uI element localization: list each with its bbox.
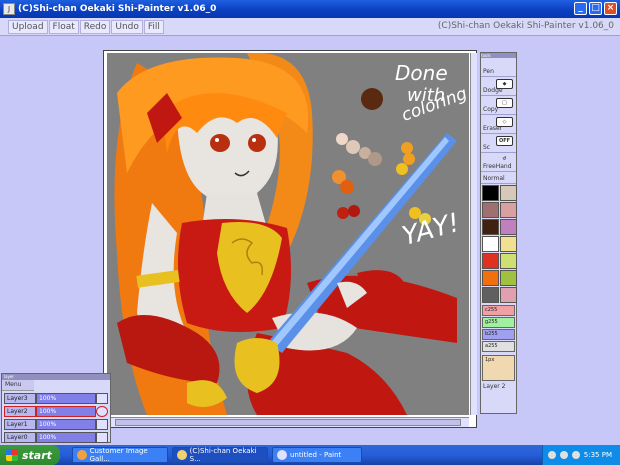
copy-tool[interactable]: □ Copy [481, 96, 516, 115]
color-swatch[interactable] [500, 287, 517, 303]
layer-row[interactable]: Layer1 100% [4, 419, 110, 430]
current-layer-label: Layer 2 [483, 383, 506, 390]
color-swatches [481, 184, 517, 304]
close-button[interactable]: × [604, 2, 617, 15]
firefox-icon [77, 450, 87, 460]
layer-visibility-toggle[interactable] [96, 432, 108, 443]
system-tray: 5:35 PM [542, 445, 620, 465]
paint-icon [277, 450, 287, 460]
size-slider[interactable]: 1px [482, 355, 515, 381]
eraser-tool[interactable]: ◇ Eraser [481, 115, 516, 134]
float-button[interactable]: Float [48, 19, 79, 34]
layer-row[interactable]: Layer3 100% [4, 393, 110, 404]
windows-logo-icon [6, 449, 18, 461]
clock: 5:35 PM [583, 451, 612, 459]
color-slider[interactable]: c255 [482, 305, 515, 316]
task-oekaki[interactable]: (C)Shi-chan Oekaki S... [172, 447, 268, 463]
color-swatch[interactable] [482, 236, 499, 252]
start-button[interactable]: start [0, 445, 60, 465]
canvas-frame: Done with coloring YAY! [103, 50, 477, 428]
window-title: (C)Shi-chan Oekaki Shi-Painter v1.06_0 [18, 4, 217, 14]
taskbar: start Customer Image Gall... (C)Shi-chan… [0, 445, 620, 465]
browser-icon [177, 450, 187, 460]
color-slider[interactable]: a255 [482, 341, 515, 352]
copy-icon: □ [496, 98, 513, 108]
toolbar: Upload Float Redo Undo Fill (C)Shi-chan … [0, 18, 620, 36]
color-swatch[interactable] [482, 270, 499, 286]
scroll-thumb[interactable] [115, 419, 461, 426]
fill-button[interactable]: Fill [143, 19, 164, 34]
volume-icon[interactable] [559, 451, 568, 459]
color-swatch[interactable] [500, 219, 517, 235]
blend-mode[interactable]: Normal [481, 172, 516, 184]
horizontal-scrollbar[interactable] [107, 417, 469, 427]
window-controls: _ □ × [574, 2, 617, 15]
layers-menu-button[interactable]: Menu [2, 380, 34, 391]
off-toggle-icon: OFF [496, 136, 513, 146]
maximize-button[interactable]: □ [589, 2, 602, 15]
security-icon[interactable] [571, 451, 580, 459]
layer-row[interactable]: Layer2 100% [4, 406, 110, 417]
tool-palette: tools Pen ◆ Dodge □ Copy ◇ Eraser OFF Sc… [480, 52, 517, 414]
color-swatch[interactable] [482, 185, 499, 201]
color-swatch[interactable] [500, 236, 517, 252]
color-swatch[interactable] [482, 287, 499, 303]
redo-button[interactable]: Redo [79, 19, 111, 34]
task-firefox[interactable]: Customer Image Gall... [72, 447, 168, 463]
layer-row[interactable]: Layer0 100% [4, 432, 110, 443]
vertical-scrollbar[interactable] [470, 53, 477, 415]
color-sliders: c255 g255 b255 a255 [481, 305, 516, 352]
layer-visibility-toggle[interactable] [96, 406, 108, 417]
applet-title: (C)Shi-chan Oekaki Shi-Painter v1.06_0 [437, 21, 614, 31]
color-swatch[interactable] [500, 253, 517, 269]
dodge-tool[interactable]: ◆ Dodge [481, 77, 516, 96]
color-slider[interactable]: g255 [482, 317, 515, 328]
layer-visibility-toggle[interactable] [96, 393, 108, 404]
task-paint[interactable]: untitled - Paint [272, 447, 362, 463]
color-swatch[interactable] [500, 270, 517, 286]
network-icon[interactable] [547, 451, 556, 459]
color-slider[interactable]: b255 [482, 329, 515, 340]
color-swatch[interactable] [482, 219, 499, 235]
title-bar: J (C)Shi-chan Oekaki Shi-Painter v1.06_0… [0, 0, 620, 18]
workspace: Done with coloring YAY! tools Pen ◆ Dodg… [0, 36, 620, 445]
color-swatch[interactable] [500, 202, 517, 218]
minimize-button[interactable]: _ [574, 2, 587, 15]
layer-visibility-toggle[interactable] [96, 419, 108, 430]
drawing-canvas[interactable]: Done with coloring YAY! [107, 53, 469, 415]
color-swatch[interactable] [482, 253, 499, 269]
app-icon: J [3, 3, 15, 15]
color-swatch[interactable] [482, 202, 499, 218]
freehand-tool[interactable]: ↺ FreeHand [481, 153, 516, 172]
canvas-text-done: Done [395, 61, 448, 85]
layers-panel: layer Menu Layer3 100% Layer2 100% Layer… [1, 373, 111, 443]
scale-tool[interactable]: OFF Sc [481, 134, 516, 153]
upload-button[interactable]: Upload [8, 19, 48, 34]
color-swatch[interactable] [500, 185, 517, 201]
pen-tool[interactable]: Pen [481, 58, 516, 77]
undo-button[interactable]: Undo [111, 19, 143, 34]
pen-icon [496, 60, 513, 70]
